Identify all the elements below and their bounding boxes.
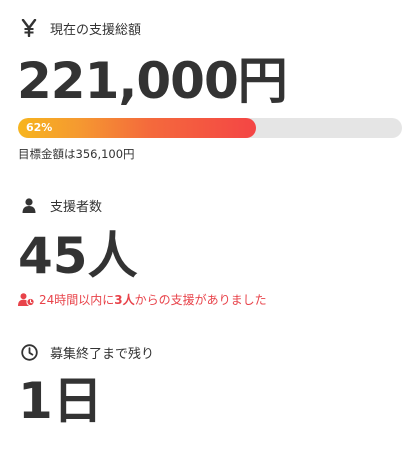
crowdfunding-stats-panel: 現在の支援総額 221,000円 62% 目標金額は356,100円 支援者数 … bbox=[0, 0, 420, 449]
funding-progress-fill bbox=[18, 118, 257, 138]
supporters-header: 支援者数 bbox=[0, 193, 420, 217]
remaining-time-section: 募集終了まで残り 1日 bbox=[0, 340, 420, 426]
total-amount-value: 221,000円 bbox=[17, 52, 288, 110]
remaining-time-label: 募集終了まで残り bbox=[50, 346, 155, 362]
funding-progress-percent: 62% bbox=[26, 121, 53, 134]
remaining-time-value: 1日 bbox=[18, 372, 103, 430]
user-icon bbox=[18, 194, 40, 216]
funding-progress-bar: 62% bbox=[18, 118, 402, 138]
total-amount-header: 現在の支援総額 bbox=[0, 16, 420, 40]
supporters-section: 支援者数 45人 24時間以内に 3人 からの支援がありました bbox=[0, 193, 420, 308]
user-clock-icon bbox=[18, 293, 36, 307]
supporters-count: 45人 bbox=[18, 227, 138, 285]
recent-supporters-count: 3人 bbox=[114, 293, 135, 307]
supporters-label: 支援者数 bbox=[50, 199, 103, 215]
recent-supporters-notice: 24時間以内に 3人 からの支援がありました bbox=[18, 291, 420, 308]
goal-amount-text: 目標金額は356,100円 bbox=[18, 147, 135, 161]
yen-icon bbox=[18, 17, 40, 39]
recent-supporters-prefix: 24時間以内に bbox=[39, 293, 115, 307]
total-amount-section: 現在の支援総額 221,000円 62% 目標金額は356,100円 bbox=[0, 16, 420, 162]
total-amount-label: 現在の支援総額 bbox=[50, 22, 142, 38]
remaining-time-header: 募集終了まで残り bbox=[0, 340, 420, 364]
clock-icon bbox=[18, 341, 40, 363]
recent-supporters-suffix: からの支援がありました bbox=[134, 293, 267, 307]
